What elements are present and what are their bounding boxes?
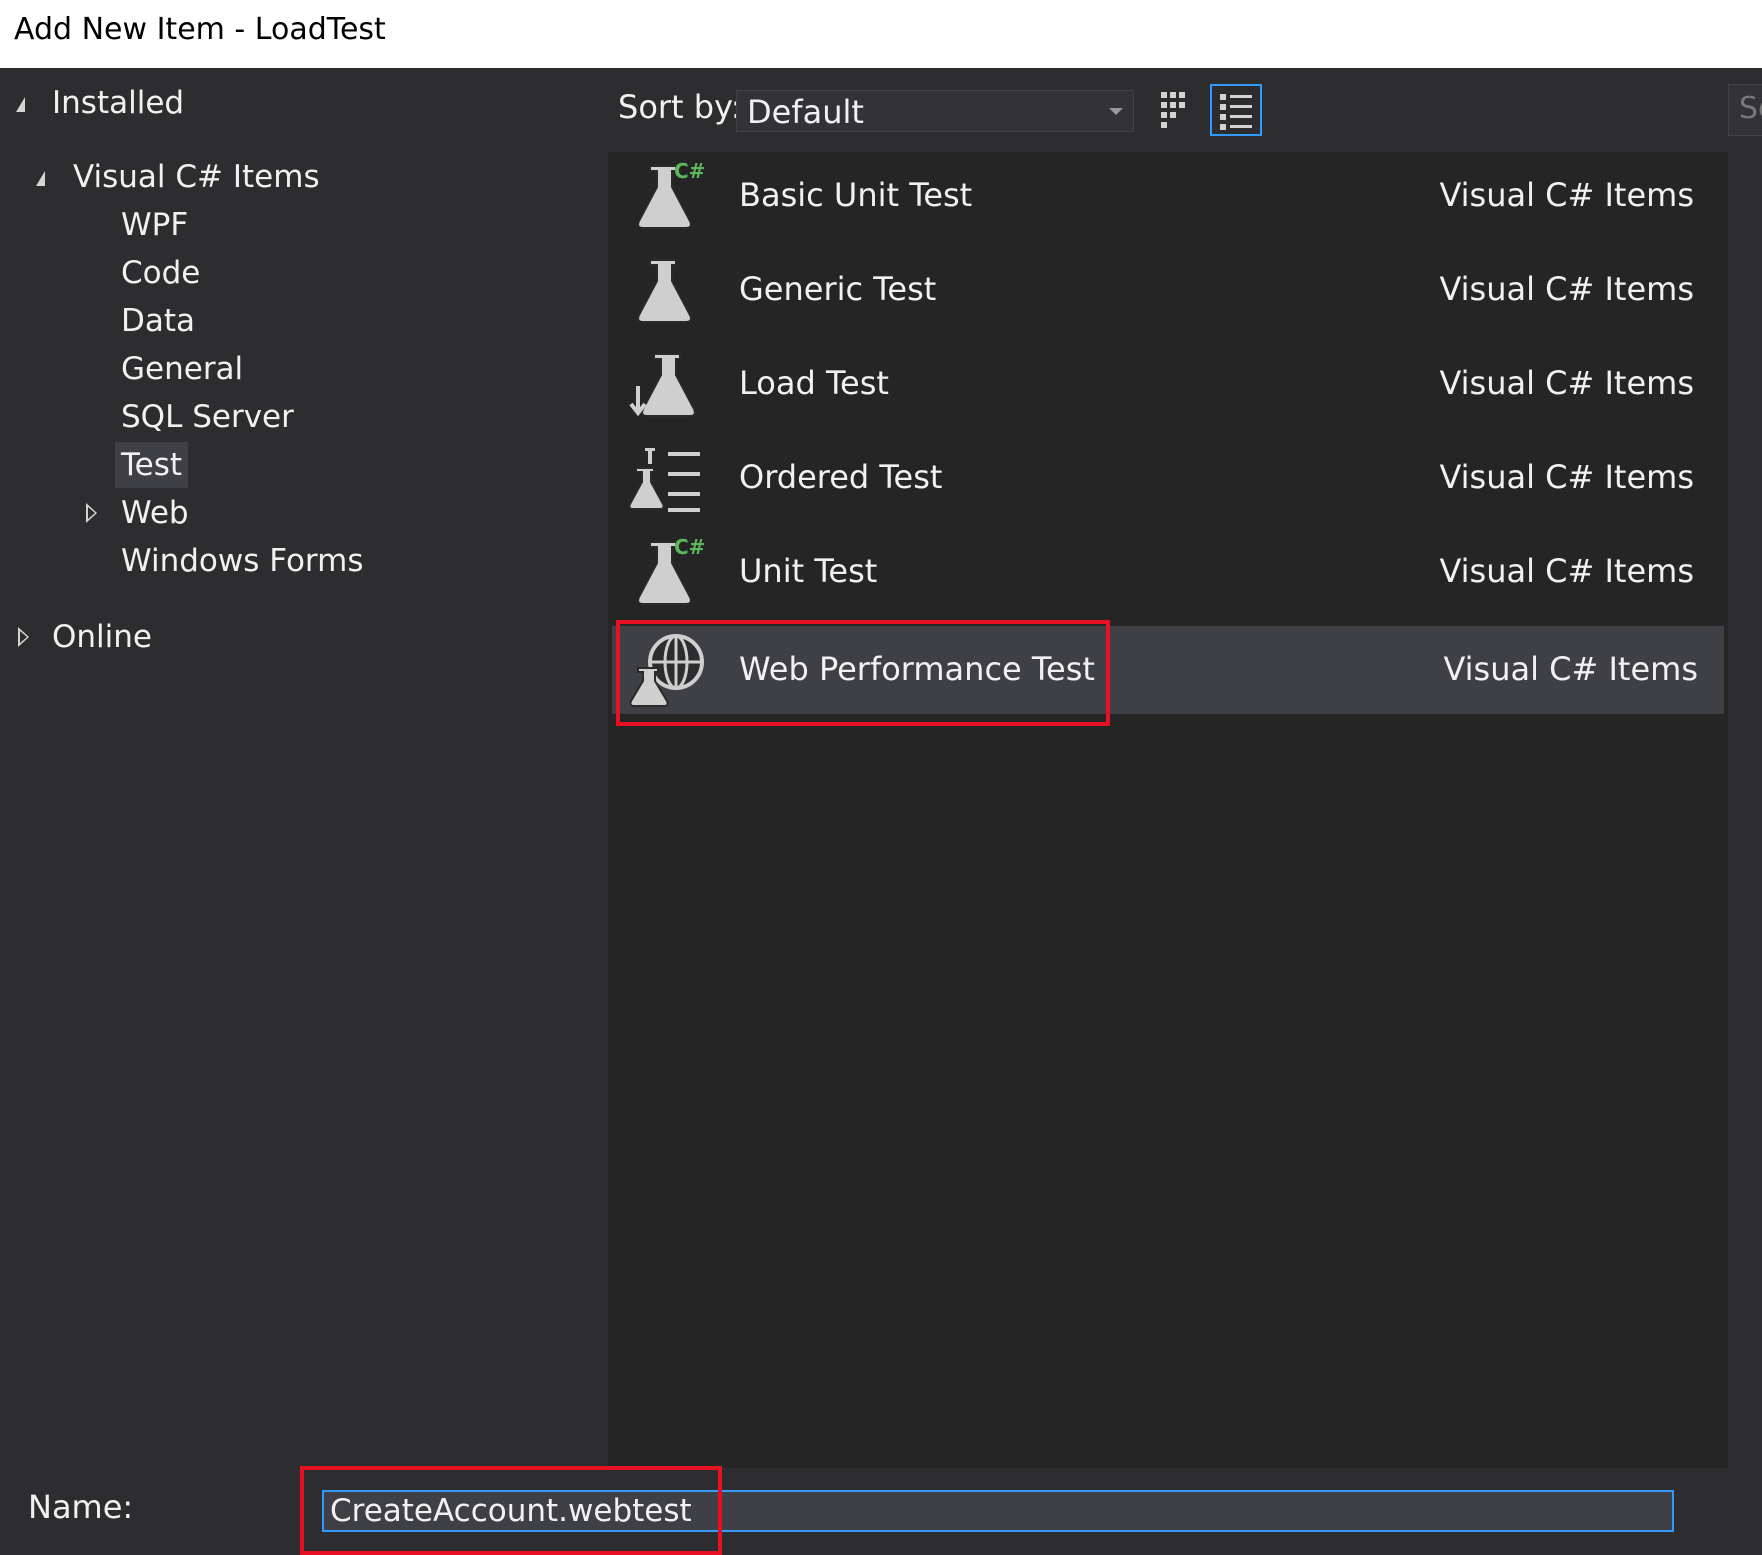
tree-label: Online: [52, 619, 152, 655]
tree-node-data[interactable]: Data: [121, 298, 195, 344]
name-input[interactable]: [322, 1490, 1674, 1532]
tree-label: General: [121, 351, 244, 387]
tree-node-windows-forms[interactable]: Windows Forms: [121, 538, 363, 584]
template-item-unit-test[interactable]: C# Unit Test Visual C# Items: [608, 528, 1724, 620]
collapse-arrow-icon[interactable]: [18, 627, 29, 647]
template-item-web-performance-test[interactable]: Web Performance Test Visual C# Items: [612, 626, 1724, 714]
tree-label: Web: [121, 495, 189, 531]
tree-node-test[interactable]: Test: [115, 442, 189, 488]
sort-by-value: Default: [747, 93, 864, 131]
title-bar: Add New Item - LoadTest: [0, 0, 1762, 68]
category-tree: Installed Visual C# Items WPF Code Data …: [0, 68, 608, 1470]
tree-label: Test: [121, 447, 183, 483]
template-category: Visual C# Items: [1439, 176, 1694, 214]
search-installed-templates-input[interactable]: Se: [1728, 84, 1762, 136]
tree-label: SQL Server: [121, 399, 294, 435]
template-item-ordered-test[interactable]: Ordered Test Visual C# Items: [608, 434, 1724, 526]
template-name: Generic Test: [739, 270, 937, 308]
tree-node-wpf[interactable]: WPF: [121, 202, 188, 248]
template-item-load-test[interactable]: Load Test Visual C# Items: [608, 340, 1724, 432]
tree-label: Windows Forms: [121, 543, 364, 579]
sort-by-dropdown[interactable]: Default: [736, 90, 1134, 132]
template-category: Visual C# Items: [1439, 270, 1694, 308]
sort-by-label: Sort by:: [618, 88, 742, 126]
tree-label: Data: [121, 303, 196, 339]
list-view-button[interactable]: [1210, 84, 1262, 136]
template-name: Basic Unit Test: [739, 176, 973, 214]
tree-label: WPF: [121, 207, 189, 243]
flask-ordered-icon: [628, 448, 700, 512]
template-item-generic-test[interactable]: Generic Test Visual C# Items: [608, 246, 1724, 338]
collapse-arrow-icon[interactable]: [86, 503, 97, 523]
template-name: Ordered Test: [739, 458, 943, 496]
flask-csharp-icon: C#: [637, 159, 705, 229]
template-name: Load Test: [739, 364, 889, 402]
tree-node-sql-server[interactable]: SQL Server: [121, 394, 294, 440]
template-category: Visual C# Items: [1439, 552, 1694, 590]
flask-load-icon: [629, 353, 696, 417]
template-name: Unit Test: [739, 552, 878, 590]
grid-view-icon: [1161, 92, 1185, 128]
template-category: Visual C# Items: [1439, 458, 1694, 496]
list-view-icon: [1220, 94, 1252, 130]
tree-node-code[interactable]: Code: [121, 250, 200, 296]
name-footer: Name:: [0, 1470, 1762, 1555]
template-item-basic-unit-test[interactable]: C# Basic Unit Test Visual C# Items: [608, 152, 1724, 244]
svg-text:C#: C#: [674, 159, 705, 183]
flask-csharp-icon: C#: [637, 535, 705, 605]
search-placeholder: Se: [1739, 91, 1762, 126]
flask-icon: [637, 259, 692, 323]
chevron-down-icon: [1109, 108, 1123, 115]
template-category: Visual C# Items: [1439, 364, 1694, 402]
template-category: Visual C# Items: [1443, 650, 1698, 688]
svg-text:C#: C#: [674, 535, 705, 559]
medium-icons-view-button[interactable]: [1150, 84, 1202, 136]
expand-arrow-icon[interactable]: [16, 97, 25, 112]
tree-node-general[interactable]: General: [121, 346, 243, 392]
template-list: C# Basic Unit Test Visual C# Items Gener…: [608, 152, 1728, 1468]
tree-label: Installed: [52, 85, 185, 121]
tree-label: Code: [121, 255, 201, 291]
name-label: Name:: [28, 1488, 134, 1526]
flask-globe-icon: [629, 634, 704, 707]
expand-arrow-icon[interactable]: [36, 171, 45, 186]
window-title: Add New Item - LoadTest: [14, 12, 386, 47]
template-name: Web Performance Test: [739, 650, 1095, 688]
tree-label: Visual C# Items: [73, 159, 320, 195]
